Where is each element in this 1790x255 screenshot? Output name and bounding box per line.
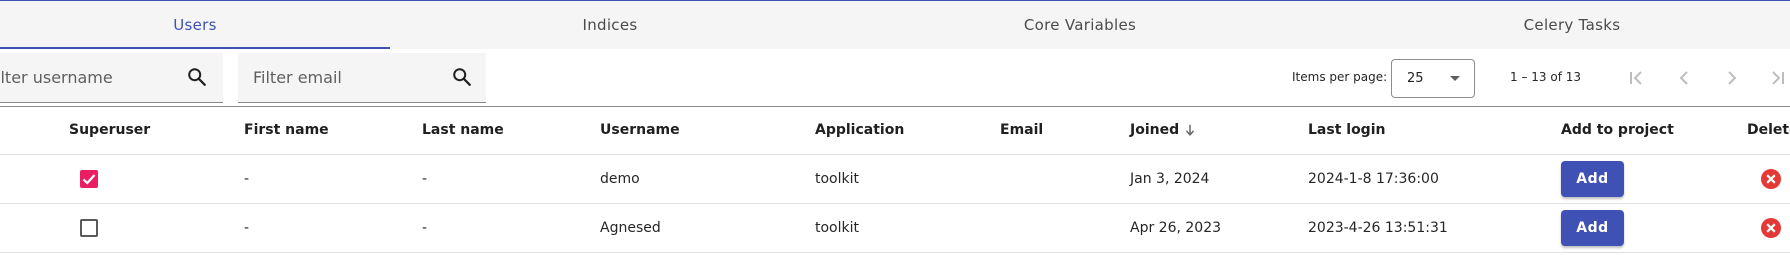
last-name-cell: - bbox=[422, 220, 428, 236]
delete-icon[interactable] bbox=[1761, 218, 1781, 238]
add-to-project-button[interactable]: Add bbox=[1561, 210, 1624, 246]
username-filter-field bbox=[0, 53, 223, 103]
check-icon bbox=[82, 174, 96, 185]
tab-users[interactable]: Users bbox=[0, 1, 390, 49]
tab-label: Users bbox=[173, 16, 217, 34]
page-size-value: 25 bbox=[1407, 71, 1424, 86]
tab-indices[interactable]: Indices bbox=[412, 1, 808, 49]
column-header-joined[interactable]: Joined bbox=[1130, 122, 1197, 138]
joined-cell: Apr 26, 2023 bbox=[1130, 220, 1222, 236]
sort-descending-icon bbox=[1186, 124, 1195, 136]
table-header-row: Superuser First name Last name Username … bbox=[0, 106, 1790, 155]
first-page-icon[interactable] bbox=[1624, 66, 1648, 90]
column-header-joined-label: Joined bbox=[1130, 122, 1180, 138]
email-filter-field bbox=[238, 53, 486, 103]
column-header-superuser[interactable]: Superuser bbox=[69, 122, 150, 138]
tab-core-variables[interactable]: Core Variables bbox=[880, 1, 1280, 49]
search-icon[interactable] bbox=[186, 66, 208, 88]
tab-celery-tasks[interactable]: Celery Tasks bbox=[1372, 1, 1772, 49]
active-tab-indicator bbox=[0, 47, 390, 49]
application-cell: toolkit bbox=[815, 171, 859, 187]
page-range-label: 1 – 13 of 13 bbox=[1510, 70, 1581, 84]
column-header-add-to-project[interactable]: Add to project bbox=[1561, 122, 1674, 138]
add-to-project-button[interactable]: Add bbox=[1561, 161, 1624, 197]
column-header-last-name[interactable]: Last name bbox=[422, 122, 504, 138]
table-row: - - demo toolkit Jan 3, 2024 2024-1-8 17… bbox=[0, 155, 1790, 204]
tab-label: Indices bbox=[582, 16, 638, 34]
column-header-application[interactable]: Application bbox=[815, 122, 904, 138]
tab-label: Celery Tasks bbox=[1523, 16, 1621, 34]
last-login-cell: 2023-4-26 13:51:31 bbox=[1308, 220, 1448, 236]
first-name-cell: - bbox=[244, 171, 250, 187]
search-icon[interactable] bbox=[451, 66, 473, 88]
superuser-checkbox[interactable] bbox=[80, 219, 98, 237]
last-page-icon[interactable] bbox=[1766, 66, 1790, 90]
chevron-down-icon bbox=[1450, 76, 1460, 81]
joined-cell: Jan 3, 2024 bbox=[1130, 171, 1210, 187]
add-button-label: Add bbox=[1576, 171, 1609, 187]
username-filter-input[interactable] bbox=[0, 53, 168, 101]
superuser-checkbox[interactable] bbox=[80, 170, 98, 188]
delete-icon[interactable] bbox=[1761, 169, 1781, 189]
table-row: - - Agnesed toolkit Apr 26, 2023 2023-4-… bbox=[0, 204, 1790, 253]
page-size-select[interactable]: 25 bbox=[1391, 59, 1475, 98]
users-admin-page: Users Indices Core Variables Celery Task… bbox=[0, 0, 1790, 255]
last-name-cell: - bbox=[422, 171, 428, 187]
items-per-page-label: Items per page: bbox=[1292, 70, 1388, 84]
add-button-label: Add bbox=[1576, 220, 1609, 236]
tab-bar: Users Indices Core Variables Celery Task… bbox=[0, 0, 1790, 49]
last-login-cell: 2024-1-8 17:36:00 bbox=[1308, 171, 1439, 187]
next-page-icon[interactable] bbox=[1720, 66, 1744, 90]
first-name-cell: - bbox=[244, 220, 250, 236]
application-cell: toolkit bbox=[815, 220, 859, 236]
email-filter-input[interactable] bbox=[253, 53, 433, 101]
column-header-delete[interactable]: Delete bbox=[1747, 122, 1790, 138]
previous-page-icon[interactable] bbox=[1672, 66, 1696, 90]
column-header-first-name[interactable]: First name bbox=[244, 122, 329, 138]
username-cell: Agnesed bbox=[600, 220, 661, 236]
tab-label: Core Variables bbox=[1023, 16, 1137, 34]
column-header-email[interactable]: Email bbox=[1000, 122, 1043, 138]
column-header-username[interactable]: Username bbox=[600, 122, 680, 138]
column-header-last-login[interactable]: Last login bbox=[1308, 122, 1385, 138]
username-cell: demo bbox=[600, 171, 640, 187]
